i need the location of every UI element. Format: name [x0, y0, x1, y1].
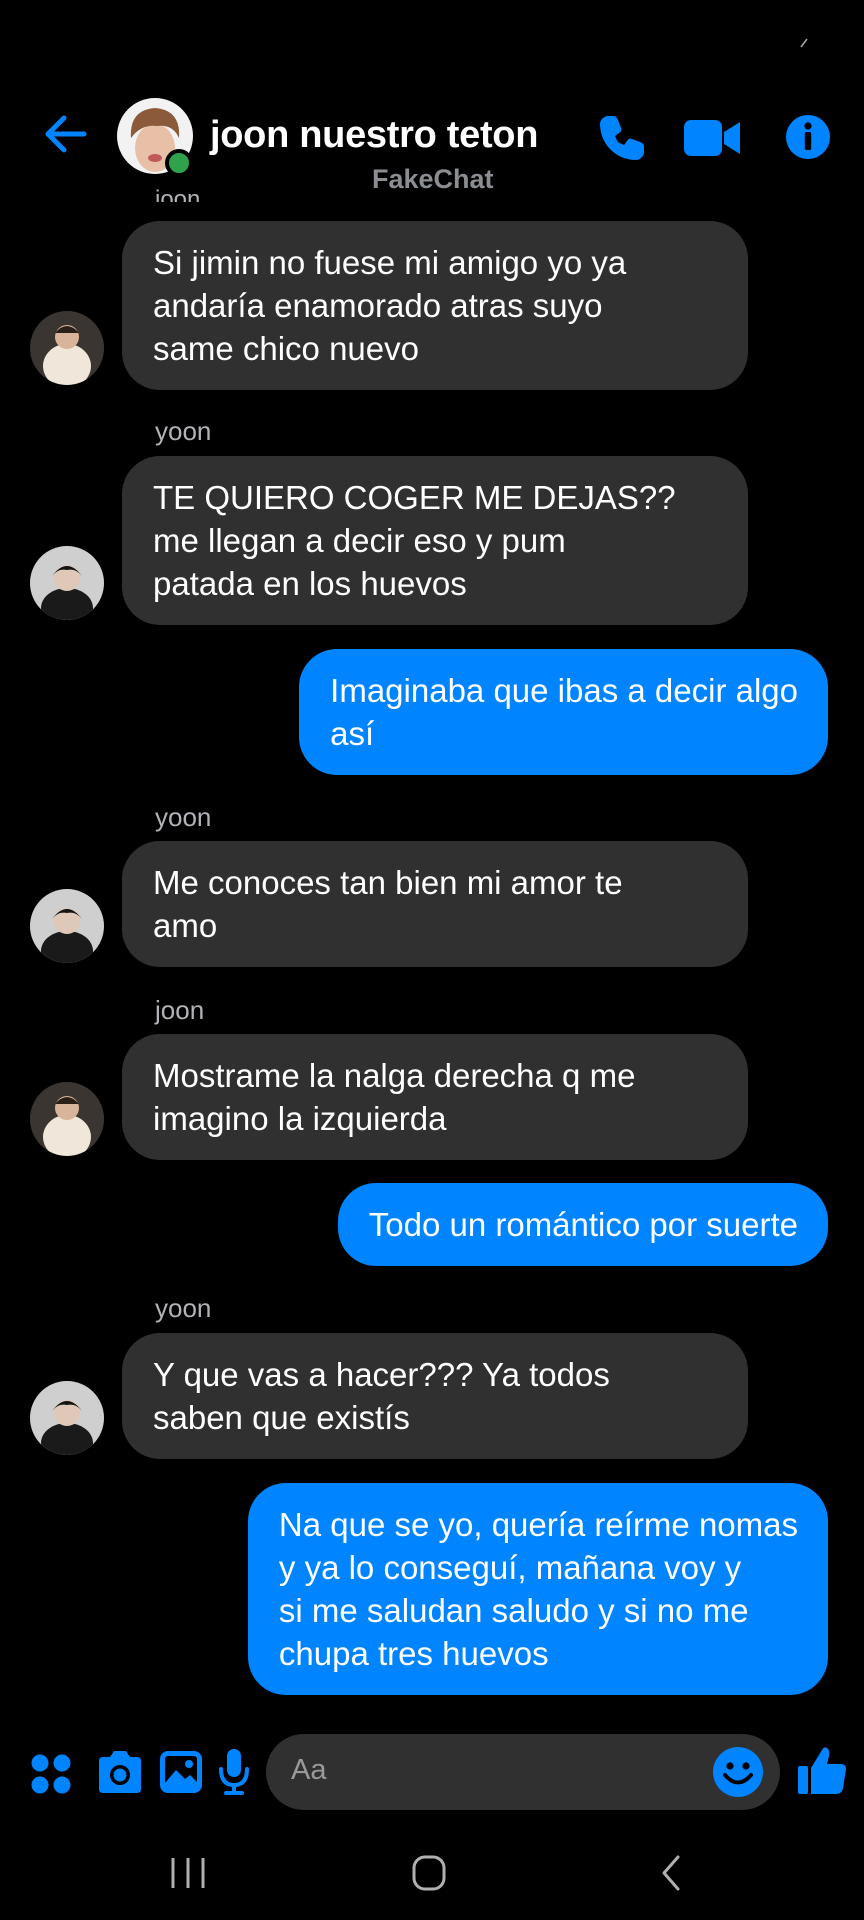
online-status-dot	[165, 149, 193, 177]
message-input-placeholder: Aa	[291, 1754, 327, 1786]
phone-icon[interactable]	[596, 112, 648, 164]
sender-avatar[interactable]	[30, 889, 104, 963]
message-bubble-outgoing[interactable]: Na que se yo, quería reírme nomas y ya l…	[247, 1483, 828, 1695]
sender-avatar[interactable]	[30, 311, 104, 385]
message-bubble-outgoing[interactable]: Imaginaba que ibas a decir algo así	[299, 649, 828, 775]
sender-avatar[interactable]	[30, 546, 104, 620]
home-icon[interactable]	[401, 1852, 457, 1894]
nav-back-icon[interactable]	[644, 1852, 700, 1894]
sender-name: yoon	[155, 416, 212, 446]
watermark: FakeChat	[372, 164, 494, 194]
contact-name[interactable]: joon nuestro teton	[210, 114, 538, 157]
four-dots-icon[interactable]	[30, 1753, 72, 1795]
video-camera-icon[interactable]	[684, 116, 742, 160]
smiley-icon[interactable]	[712, 1746, 764, 1798]
message-bubble-incoming[interactable]: Si jimin no fuese mi amigo yo ya andaría…	[122, 221, 748, 390]
image-icon[interactable]	[158, 1749, 204, 1795]
sender-name: joon	[155, 995, 205, 1025]
sender-name: joon	[155, 186, 201, 202]
sender-name: yoon	[155, 1293, 212, 1323]
sender-name: yoon	[155, 802, 212, 832]
message-bubble-incoming[interactable]: Mostrame la nalga derecha q me imagino l…	[122, 1034, 748, 1160]
message-input[interactable]: Aa	[266, 1734, 780, 1810]
status-bar-mark	[800, 38, 808, 48]
camera-icon[interactable]	[95, 1749, 145, 1795]
message-bubble-incoming[interactable]: Y que vas a hacer??? Ya todos saben que …	[122, 1333, 748, 1459]
message-bubble-incoming[interactable]: Me conoces tan bien mi amor te amo	[122, 841, 748, 967]
microphone-icon[interactable]	[218, 1747, 250, 1797]
info-icon[interactable]	[785, 114, 831, 160]
message-bubble-outgoing[interactable]: Todo un romántico por suerte	[337, 1183, 828, 1266]
thumbs-up-icon[interactable]	[796, 1744, 848, 1796]
message-bubble-incoming[interactable]: TE QUIERO COGER ME DEJAS?? me llegan a d…	[122, 456, 748, 625]
back-arrow-icon[interactable]	[40, 108, 92, 160]
sender-avatar[interactable]	[30, 1381, 104, 1455]
recents-icon[interactable]	[160, 1852, 216, 1894]
sender-avatar[interactable]	[30, 1082, 104, 1156]
